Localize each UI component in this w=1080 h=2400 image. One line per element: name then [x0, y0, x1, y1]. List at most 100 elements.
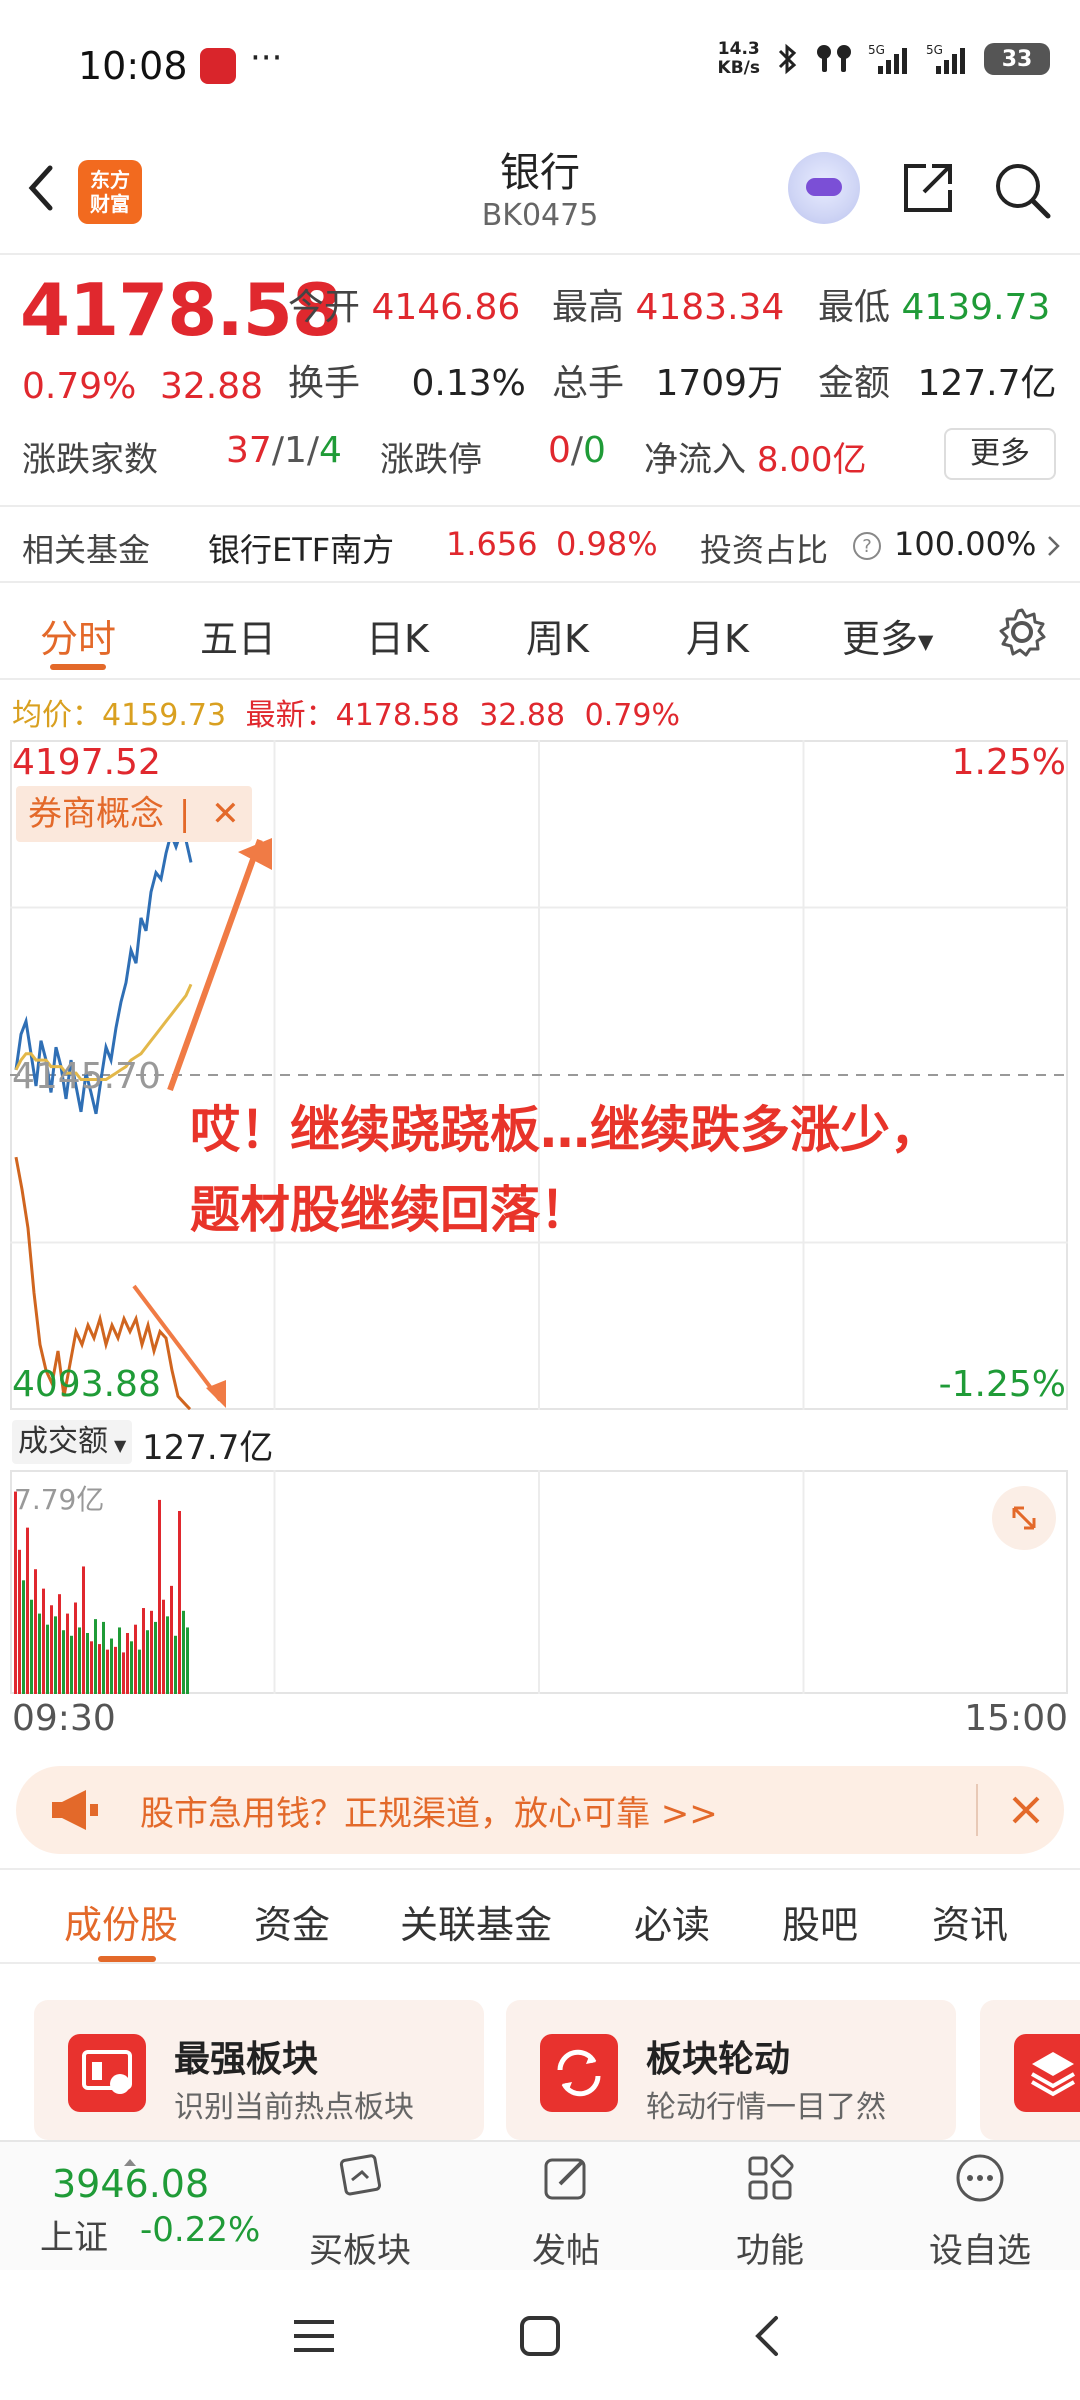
volume-bar	[30, 1599, 33, 1694]
pct-top-label: 1.25%	[951, 742, 1066, 783]
volume-bar	[50, 1605, 53, 1694]
annotation-arrowhead-up	[238, 838, 272, 870]
tab-news[interactable]: 资讯	[932, 1894, 1008, 1949]
card-partial[interactable]	[980, 2000, 1080, 2140]
volume-bar	[166, 1616, 169, 1694]
svg-text:5G: 5G	[868, 43, 885, 57]
svg-text:?: ?	[862, 536, 872, 557]
add-watchlist-button[interactable]: 设自选	[910, 2150, 1050, 2272]
expand-icon	[1012, 1506, 1036, 1530]
edit-icon	[544, 2158, 586, 2200]
card-strongest-sector[interactable]: 最强板块 识别当前热点板块	[34, 2000, 484, 2140]
volume-bar	[98, 1644, 101, 1694]
active-tab-indicator	[50, 664, 106, 670]
signal-5g-icon: 5G	[868, 43, 907, 74]
home-icon[interactable]	[518, 2314, 562, 2358]
open-stat: 今开 4146.86	[288, 287, 521, 328]
tab-more[interactable]: 更多▼	[842, 608, 933, 663]
tab-daily-k[interactable]: 日K	[366, 608, 429, 663]
tab-related-funds[interactable]: 关联基金	[400, 1894, 552, 1949]
volume-bar	[118, 1627, 121, 1694]
tab-funds-flow[interactable]: 资金	[254, 1894, 330, 1949]
card-sector-rotation[interactable]: 板块轮动 轮动行情一目了然	[506, 2000, 956, 2140]
back-nav-icon[interactable]	[748, 2312, 784, 2360]
signal-5g-icon-2: 5G	[926, 43, 965, 74]
grid-icon	[748, 2154, 794, 2200]
system-nav-bar	[0, 2270, 1080, 2400]
tab-monthly-k[interactable]: 月K	[686, 608, 749, 663]
promo-banner[interactable]: 股市急用钱？正规渠道，放心可靠 >>	[16, 1766, 1064, 1854]
volume-bar	[94, 1619, 97, 1694]
volume-bar	[26, 1527, 29, 1694]
volume-selector[interactable]: 成交额 ▼	[12, 1420, 133, 1464]
annotation-text: 哎！继续跷跷板…继续跌多涨少， 题材股继续回落！	[190, 1101, 940, 1239]
buy-sector-button[interactable]: 买板块	[300, 2150, 420, 2272]
tab-constituents[interactable]: 成份股	[64, 1894, 178, 1949]
volume-value: 127.7亿	[142, 1428, 274, 1468]
turnover-stat: 换手 0.13%	[288, 363, 526, 404]
promo-text: 股市急用钱？正规渠道，放心可靠 >>	[140, 1794, 718, 1834]
volume-bar	[62, 1630, 65, 1694]
more-dots-icon	[956, 2154, 1004, 2202]
volume-bar	[66, 1613, 69, 1694]
help-icon[interactable]: ?	[852, 531, 882, 561]
updown-count: 37/1/4	[226, 430, 342, 471]
period-tabs: 分时 五日 日K 周K 月K 更多▼	[0, 590, 1080, 680]
bluetooth-icon	[778, 43, 797, 75]
status-bar: 10:08 ··· 14.3 KB/s 5G 5G 33	[0, 0, 1080, 130]
expand-button[interactable]	[992, 1486, 1056, 1550]
earbuds-icon	[817, 45, 851, 72]
svg-text:5G: 5G	[926, 43, 943, 57]
volume-bar	[82, 1566, 85, 1694]
sector-code: BK0475	[481, 198, 599, 233]
layers-icon	[1014, 2034, 1080, 2112]
limit-count: 0/0	[548, 430, 606, 471]
volume-bar	[146, 1630, 149, 1694]
tab-weekly-k[interactable]: 周K	[526, 608, 589, 663]
app-notification-icon	[200, 48, 236, 84]
ratio-label: 投资占比	[700, 531, 829, 569]
active-subtab-indicator	[98, 1956, 156, 1962]
net-speed: 14.3 KB/s	[717, 39, 760, 78]
rotation-icon	[540, 2034, 618, 2112]
gear-icon[interactable]	[994, 604, 1050, 660]
chevron-left-icon	[28, 165, 53, 211]
volume-bar	[178, 1510, 181, 1694]
limit-label: 涨跌停	[380, 440, 482, 480]
more-button[interactable]: 更多	[944, 428, 1056, 480]
y-bottom-label: 4093.88	[12, 1364, 161, 1405]
tab-must-read[interactable]: 必读	[634, 1894, 710, 1949]
close-icon[interactable]	[1004, 1788, 1048, 1832]
related-fund-row[interactable]: 相关基金 银行ETF南方 1.656 0.98% 投资占比 ? 100.00%	[0, 505, 1080, 583]
robot-assistant-icon[interactable]	[788, 152, 860, 224]
megaphone-icon	[52, 1790, 98, 1830]
volume-bar	[58, 1594, 61, 1694]
volume-bar	[182, 1610, 185, 1694]
header: 东方 财富 银行 BK0475	[0, 130, 1080, 255]
volume-bar	[78, 1627, 81, 1694]
dropdown-icon: ▼	[114, 1436, 127, 1455]
concept-tag[interactable]: 券商概念 | ✕	[16, 786, 252, 842]
volume-bar	[90, 1641, 93, 1694]
close-icon[interactable]: ✕	[211, 794, 240, 834]
change-percent: 0.79%	[22, 366, 137, 407]
volume-bar	[122, 1652, 125, 1694]
share-icon[interactable]	[898, 158, 958, 218]
app-logo[interactable]: 东方 财富	[78, 160, 142, 224]
page-title: 银行	[500, 150, 580, 196]
menu-icon[interactable]	[290, 2316, 338, 2356]
search-icon[interactable]	[990, 158, 1054, 222]
functions-button[interactable]: 功能	[710, 2150, 830, 2272]
volume-bar	[162, 1599, 165, 1694]
volume-bar	[54, 1616, 57, 1694]
tab-intraday[interactable]: 分时	[40, 608, 116, 663]
post-button[interactable]: 发帖	[506, 2150, 626, 2272]
amount-stat: 金额 127.7亿	[818, 363, 1057, 404]
x-end-label: 15:00	[964, 1698, 1068, 1739]
net-inflow-stat: 净流入 8.00亿	[644, 440, 867, 480]
back-button[interactable]	[20, 158, 70, 218]
tab-forum[interactable]: 股吧	[782, 1894, 858, 1949]
more-notifications-icon: ···	[250, 38, 283, 78]
volume-bar	[134, 1624, 137, 1694]
tab-five-day[interactable]: 五日	[200, 608, 276, 663]
